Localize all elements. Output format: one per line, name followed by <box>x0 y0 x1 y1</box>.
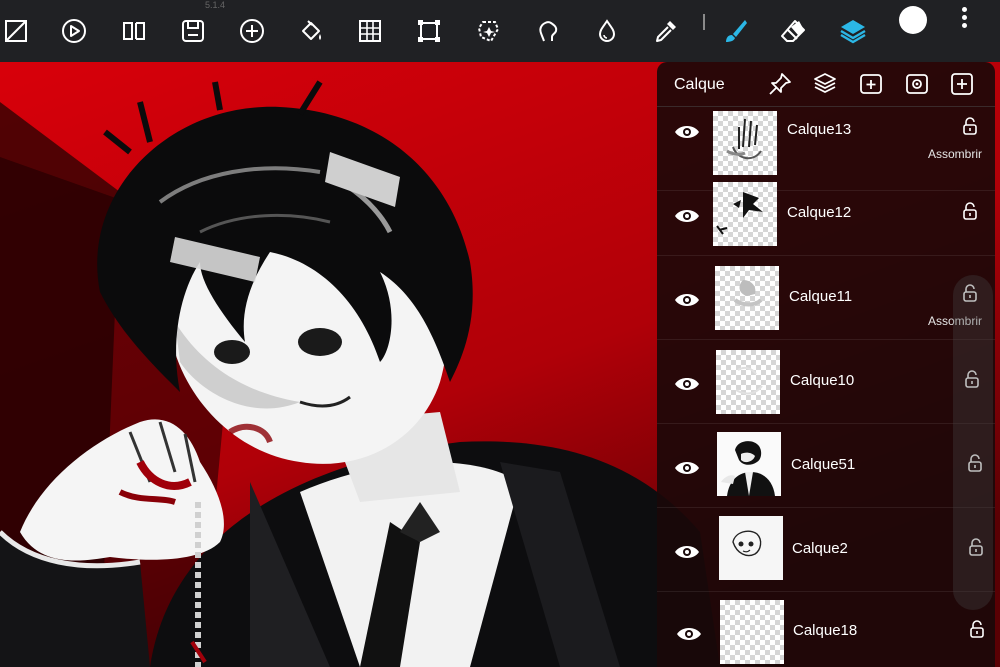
top-toolbar: 5.1.4 <box>0 0 1000 62</box>
layer-name: Calque51 <box>791 456 856 473</box>
lock-icon[interactable] <box>969 620 985 638</box>
layer-thumbnail <box>716 350 780 414</box>
layers-icon[interactable] <box>833 11 873 51</box>
eraser-icon[interactable] <box>773 11 813 51</box>
play-icon[interactable] <box>54 11 94 51</box>
layer-name: Calque11 <box>789 288 853 305</box>
app-version: 5.1.4 <box>205 0 226 10</box>
lock-icon[interactable] <box>962 117 978 135</box>
current-color-swatch[interactable] <box>899 6 927 34</box>
layer-thumbnail <box>717 432 781 496</box>
layer-row[interactable]: Calque10 <box>657 340 995 424</box>
lock-icon[interactable] <box>962 202 978 220</box>
layer-name: Calque10 <box>790 372 855 389</box>
layer-row[interactable]: Calque11 Assombrir <box>657 256 995 340</box>
layer-name: Calque2 <box>792 540 848 557</box>
add-layer-icon[interactable] <box>947 69 977 99</box>
layer-thumbnail <box>713 111 777 175</box>
layer-name: Calque12 <box>787 204 852 221</box>
add-layer-folder-icon[interactable] <box>856 69 886 99</box>
brush-icon[interactable] <box>715 11 755 51</box>
layers-panel: Calque Calque13 Assombrir Calque12 Calqu… <box>657 62 995 667</box>
save-icon[interactable] <box>173 11 213 51</box>
grid-icon[interactable] <box>350 11 390 51</box>
eye-visibility-icon[interactable] <box>674 290 700 310</box>
eyedropper-icon[interactable] <box>646 11 686 51</box>
eye-visibility-icon[interactable] <box>674 542 700 562</box>
layers-panel-title: Calque <box>674 76 725 93</box>
layer-name: Calque13 <box>787 121 852 138</box>
split-view-icon[interactable] <box>114 11 154 51</box>
layer-merge-icon[interactable] <box>810 69 840 99</box>
eye-visibility-icon[interactable] <box>674 206 700 226</box>
layer-row[interactable]: Calque12 <box>657 172 995 256</box>
layer-thumbnail <box>719 516 783 580</box>
layer-thumbnail <box>720 600 784 664</box>
smudge-icon[interactable] <box>528 11 568 51</box>
blur-drop-icon[interactable] <box>587 11 627 51</box>
layer-settings-icon[interactable] <box>902 69 932 99</box>
layer-name: Calque18 <box>793 622 858 639</box>
layer-blend-mode: Assombrir <box>927 147 982 161</box>
layer-row[interactable]: Calque51 <box>657 424 995 508</box>
add-icon[interactable] <box>232 11 272 51</box>
layer-thumbnail <box>713 182 777 246</box>
layer-row[interactable]: Calque18 <box>657 592 995 667</box>
magic-wand-icon[interactable] <box>469 11 509 51</box>
eye-visibility-icon[interactable] <box>674 374 700 394</box>
selection-icon[interactable] <box>0 11 36 51</box>
layers-panel-header: Calque <box>657 62 995 108</box>
eye-visibility-icon[interactable] <box>674 122 700 142</box>
layers-scrollbar[interactable] <box>953 275 993 610</box>
transform-icon[interactable] <box>409 11 449 51</box>
fill-bucket-icon[interactable] <box>291 11 331 51</box>
pin-icon[interactable] <box>765 69 795 99</box>
layer-row[interactable]: Calque2 <box>657 508 995 592</box>
eye-visibility-icon[interactable] <box>676 624 702 644</box>
eye-visibility-icon[interactable] <box>674 458 700 478</box>
more-options-icon[interactable] <box>954 4 974 34</box>
toolbar-separator <box>703 14 705 30</box>
layer-thumbnail <box>715 266 779 330</box>
